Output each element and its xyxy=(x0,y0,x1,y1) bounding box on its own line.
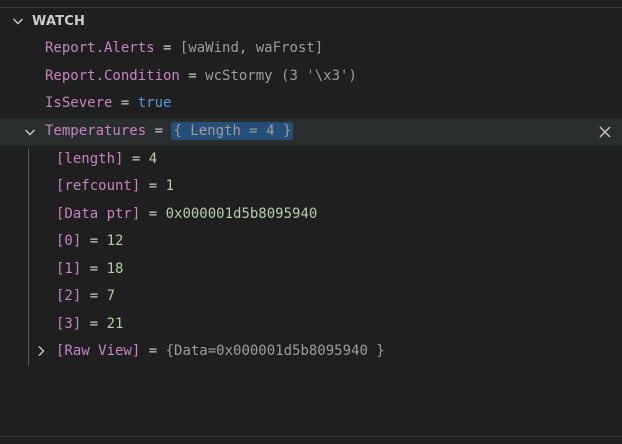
watch-child-value: 12 xyxy=(106,233,124,249)
watch-child-expression: [Data ptr] = 0x000001d5b8095940 xyxy=(56,206,317,222)
watch-child-row[interactable]: [Data ptr] = 0x000001d5b8095940 xyxy=(0,201,622,228)
watch-child-equals: = xyxy=(140,178,166,194)
watch-child-expression: [2] = 7 xyxy=(56,288,115,304)
watch-child-equals: = xyxy=(123,151,149,167)
watch-child-row[interactable]: [2] = 7 xyxy=(0,283,622,310)
chevron-down-icon[interactable] xyxy=(10,13,26,29)
watch-child-equals: = xyxy=(140,206,166,222)
watch-child-equals: = xyxy=(81,261,107,277)
watch-child-expression: [3] = 21 xyxy=(56,316,123,332)
watch-item-equals: = xyxy=(179,68,206,84)
watch-item-name: Report.Alerts xyxy=(45,40,155,56)
watch-child-value: 1 xyxy=(165,178,175,194)
watch-section-header[interactable]: WATCH xyxy=(0,9,622,35)
panel-top-border xyxy=(0,7,622,8)
watch-item-name: Report.Condition xyxy=(45,68,180,84)
watch-child-value: {Data=0x000001d5b8095940 } xyxy=(165,343,385,359)
watch-child-expression: [1] = 18 xyxy=(56,261,123,277)
watch-item-equals: = xyxy=(154,40,180,56)
watch-expression: Report.Condition = wcStormy (3 '\x3') xyxy=(45,68,357,84)
watch-child-name: [length] xyxy=(56,151,124,167)
watch-child-value: 18 xyxy=(106,261,124,277)
watch-child-name: [refcount] xyxy=(56,178,141,194)
watch-item-value: true xyxy=(137,95,172,111)
close-icon[interactable] xyxy=(597,124,613,140)
watch-child-equals: = xyxy=(81,288,107,304)
watch-item-name: IsSevere xyxy=(45,95,113,111)
watch-child-name: [Data ptr] xyxy=(56,206,141,222)
watch-child-row[interactable]: [length] = 4 xyxy=(0,146,622,173)
watch-child-expression: [length] = 4 xyxy=(56,151,157,167)
chevron-right-icon[interactable] xyxy=(33,343,49,359)
watch-item-row[interactable]: Report.Condition = wcStormy (3 '\x3') xyxy=(0,63,622,90)
watch-child-value: 21 xyxy=(106,316,124,332)
watch-child-name: [0] xyxy=(56,233,82,249)
watch-item-row[interactable]: IsSevere = true xyxy=(0,90,622,117)
watch-expression: Temperatures = { Length = 4 } xyxy=(45,122,294,140)
watch-child-row[interactable]: [0] = 12 xyxy=(0,228,622,255)
watch-child-name: [2] xyxy=(56,288,82,304)
watch-item-value: { Length = 4 } xyxy=(171,122,294,140)
watch-child-name: [Raw View] xyxy=(56,343,141,359)
watch-child-equals: = xyxy=(140,343,166,359)
watch-child-row[interactable]: [refcount] = 1 xyxy=(0,173,622,200)
watch-section-title: WATCH xyxy=(32,14,86,29)
watch-child-value: 4 xyxy=(148,151,158,167)
watch-child-equals: = xyxy=(81,233,107,249)
watch-item-value: wcStormy (3 '\x3') xyxy=(205,68,357,84)
watch-child-name: [1] xyxy=(56,261,82,277)
watch-item-name: Temperatures xyxy=(45,123,147,139)
watch-expression: Report.Alerts = [waWind, waFrost] xyxy=(45,40,323,56)
watch-child-name: [3] xyxy=(56,316,82,332)
watch-child-row[interactable]: [3] = 21 xyxy=(0,311,622,338)
watch-item-value: [waWind, waFrost] xyxy=(179,40,324,56)
watch-child-row-raw-view[interactable]: [Raw View] = {Data=0x000001d5b8095940 } xyxy=(0,338,622,365)
panel-bottom-border xyxy=(0,436,622,437)
watch-child-expression: [Raw View] = {Data=0x000001d5b8095940 } xyxy=(56,343,385,359)
chevron-down-icon[interactable] xyxy=(22,124,38,140)
watch-child-value: 7 xyxy=(106,288,116,304)
watch-item-equals: = xyxy=(146,123,172,139)
watch-child-row[interactable]: [1] = 18 xyxy=(0,256,622,283)
watch-expression: IsSevere = true xyxy=(45,95,171,111)
watch-child-expression: [refcount] = 1 xyxy=(56,178,174,194)
watch-item-row[interactable]: Report.Alerts = [waWind, waFrost] xyxy=(0,35,622,62)
watch-child-value: 0x000001d5b8095940 xyxy=(165,206,318,222)
watch-child-expression: [0] = 12 xyxy=(56,233,123,249)
watch-item-row-selected[interactable]: Temperatures = { Length = 4 } xyxy=(0,118,622,146)
watch-child-equals: = xyxy=(81,316,107,332)
watch-item-equals: = xyxy=(112,95,138,111)
